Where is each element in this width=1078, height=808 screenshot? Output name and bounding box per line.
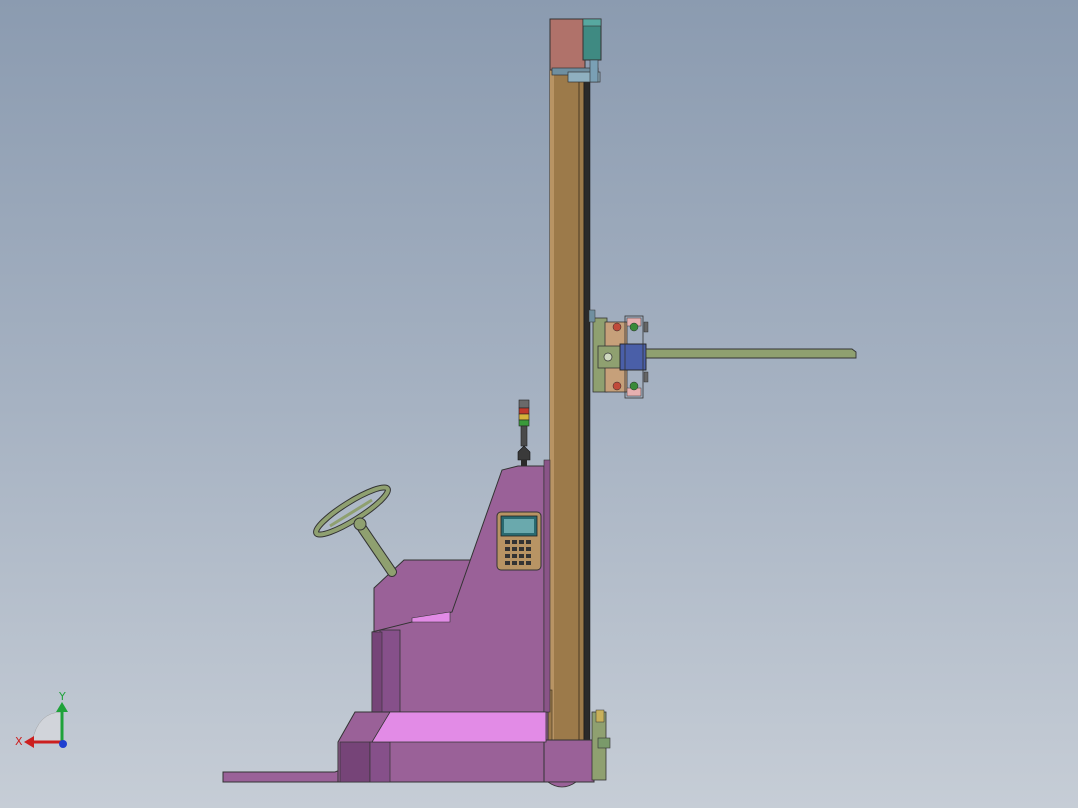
fork-arm[interactable] xyxy=(645,348,857,359)
y-axis-label: Y xyxy=(58,690,66,703)
x-axis-label: X xyxy=(15,735,23,748)
z-axis-dot xyxy=(59,740,67,748)
model-view[interactable]: Y X xyxy=(0,0,1078,808)
mast[interactable] xyxy=(547,69,591,744)
carriage-assembly[interactable] xyxy=(588,309,649,399)
signal-tower-light[interactable] xyxy=(517,399,531,466)
graphics-viewport[interactable]: Y X xyxy=(0,0,1078,808)
view-triad: Y X xyxy=(15,690,68,748)
front-fork-leg[interactable] xyxy=(222,767,346,783)
steering-column[interactable] xyxy=(357,523,397,577)
control-pendant[interactable] xyxy=(496,511,542,571)
steering-wheel[interactable] xyxy=(312,481,393,541)
mast-top-motor[interactable] xyxy=(549,18,602,83)
